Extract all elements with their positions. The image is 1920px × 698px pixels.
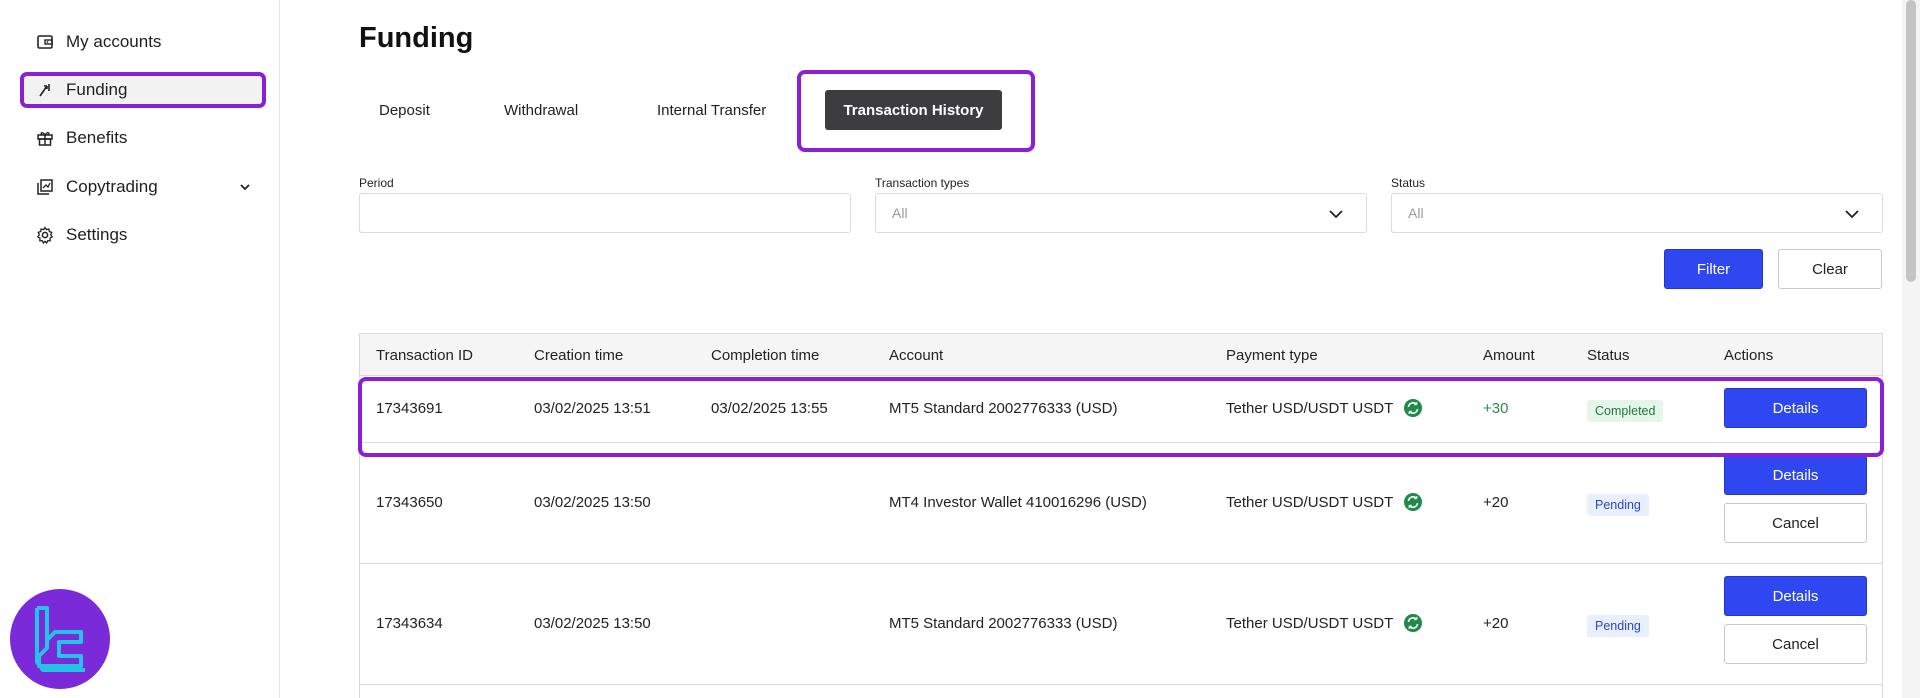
sidebar-item-copytrading[interactable]: Copytrading xyxy=(20,169,266,205)
details-button[interactable]: Details xyxy=(1724,455,1867,495)
chevron-down-icon xyxy=(1328,206,1344,225)
chevron-down-icon xyxy=(1844,206,1860,225)
sidebar-item-label: Funding xyxy=(66,80,128,99)
tab-withdrawal[interactable]: Withdrawal xyxy=(504,96,578,124)
transaction-id: 17343691 xyxy=(376,400,443,417)
account: MT5 Standard 2002776333 (USD) xyxy=(889,615,1118,632)
sidebar-item-label: Copytrading xyxy=(66,177,158,196)
sidebar-item-label: Benefits xyxy=(66,128,128,147)
payment-type-label: Tether USD/USDT USDT xyxy=(1226,614,1394,632)
payment-type: Tether USD/USDT USDT xyxy=(1226,398,1423,418)
sidebar-item-my-accounts[interactable]: My accounts xyxy=(20,24,266,60)
cancel-button[interactable]: Cancel xyxy=(1724,503,1867,543)
completion-time: 03/02/2025 13:55 xyxy=(711,400,828,417)
period-label: Period xyxy=(359,176,394,190)
table-row: 17343691 03/02/2025 13:51 03/02/2025 13:… xyxy=(360,376,1882,443)
scrollbar-thumb[interactable] xyxy=(1906,0,1916,282)
column-header-completion-time: Completion time xyxy=(711,346,820,364)
amount: +20 xyxy=(1483,615,1509,632)
status-badge: Pending xyxy=(1587,494,1649,516)
account: MT4 Investor Wallet 410016296 (USD) xyxy=(889,494,1147,511)
brand-logo xyxy=(10,589,110,689)
creation-time: 03/02/2025 13:51 xyxy=(534,400,651,417)
column-header-actions: Actions xyxy=(1724,346,1774,364)
wallet-icon xyxy=(36,33,54,51)
payment-type-label: Tether USD/USDT USDT xyxy=(1226,399,1394,417)
table-header: Transaction ID Creation time Completion … xyxy=(360,334,1882,376)
status-badge: Completed xyxy=(1587,400,1664,422)
table-row: 17343650 03/02/2025 13:50 MT4 Investor W… xyxy=(360,443,1882,564)
creation-time: 03/02/2025 13:50 xyxy=(534,494,651,511)
sidebar-item-label: Settings xyxy=(66,225,128,244)
status-value: All xyxy=(1408,205,1424,221)
clear-button[interactable]: Clear xyxy=(1778,249,1882,289)
payment-type: Tether USD/USDT USDT xyxy=(1226,613,1423,633)
details-button[interactable]: Details xyxy=(1724,388,1867,428)
payment-type-label: Tether USD/USDT USDT xyxy=(1226,493,1394,511)
transaction-types-label: Transaction types xyxy=(875,176,970,190)
status-select[interactable]: All xyxy=(1391,193,1883,233)
transactions-table: Transaction ID Creation time Completion … xyxy=(359,333,1883,698)
column-header-creation-time: Creation time xyxy=(534,346,624,364)
column-header-transaction-id: Transaction ID xyxy=(376,346,473,364)
amount: +30 xyxy=(1483,400,1509,417)
page-title: Funding xyxy=(359,22,474,54)
sidebar: My accounts Funding Benefits Copytrading… xyxy=(0,0,280,698)
creation-time: 03/02/2025 13:50 xyxy=(534,615,651,632)
details-button[interactable]: Details xyxy=(1724,576,1867,616)
account: MT5 Standard 2002776333 (USD) xyxy=(889,400,1118,417)
tab-deposit[interactable]: Deposit xyxy=(379,96,430,124)
gift-icon xyxy=(36,129,54,147)
status-label: Status xyxy=(1391,176,1426,190)
column-header-payment-type: Payment type xyxy=(1226,346,1318,364)
table-row: 17343634 03/02/2025 13:50 MT5 Standard 2… xyxy=(360,564,1882,685)
sidebar-item-settings[interactable]: Settings xyxy=(20,217,266,253)
tab-transaction-history[interactable]: Transaction History xyxy=(825,90,1002,130)
tab-internal-transfer[interactable]: Internal Transfer xyxy=(657,96,766,124)
copy-icon xyxy=(36,178,54,196)
sidebar-item-benefits[interactable]: Benefits xyxy=(20,120,266,156)
column-header-account: Account xyxy=(889,346,944,364)
cancel-button[interactable]: Cancel xyxy=(1724,624,1867,664)
transaction-id: 17343634 xyxy=(376,615,443,632)
tether-refresh-icon xyxy=(1403,398,1423,418)
filter-button[interactable]: Filter xyxy=(1664,249,1763,289)
funding-arrows-icon xyxy=(36,81,54,99)
gear-icon xyxy=(36,226,54,244)
sidebar-item-label: My accounts xyxy=(66,32,162,51)
column-header-amount: Amount xyxy=(1483,346,1535,364)
sidebar-item-funding[interactable]: Funding xyxy=(20,72,266,108)
tether-refresh-icon xyxy=(1403,492,1423,512)
transaction-id: 17343650 xyxy=(376,494,443,511)
tether-refresh-icon xyxy=(1403,613,1423,633)
payment-type: Tether USD/USDT USDT xyxy=(1226,492,1423,512)
amount: +20 xyxy=(1483,494,1509,511)
transaction-types-select[interactable]: All xyxy=(875,193,1367,233)
status-badge: Pending xyxy=(1587,615,1649,637)
chevron-down-icon[interactable] xyxy=(238,179,252,199)
transaction-types-value: All xyxy=(892,205,908,221)
column-header-status: Status xyxy=(1587,346,1630,364)
period-input[interactable] xyxy=(359,193,851,233)
